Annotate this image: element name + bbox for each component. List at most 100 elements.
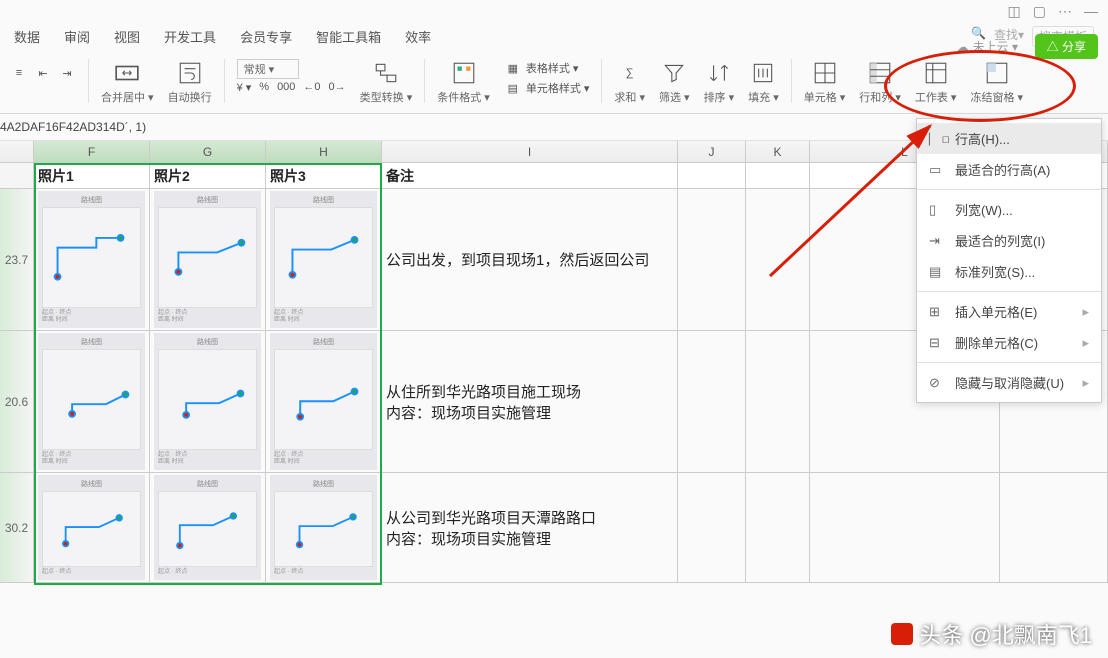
cell-remark[interactable]: 从住所到华光路项目施工现场 内容：现场项目实施管理 — [382, 331, 678, 472]
cell-photo[interactable]: 路线图起点 · 终点 — [266, 473, 382, 582]
table-style-icon[interactable]: ▦ — [504, 59, 522, 77]
wrap-icon — [177, 60, 203, 86]
menu-review[interactable]: 审阅 — [64, 27, 90, 46]
menu-data[interactable]: 数据 — [14, 27, 40, 46]
fill-icon — [750, 60, 776, 86]
header-remarks[interactable]: 备注 — [382, 163, 678, 188]
cell-photo[interactable]: 路线图起点 · 终点距离 时间 — [150, 331, 266, 472]
cloud-icon: ☁ — [957, 40, 969, 54]
freeze-icon — [984, 60, 1010, 86]
thousands-button[interactable]: 000 — [277, 81, 295, 94]
ribbon-merge[interactable]: 合并居中 ▾ — [97, 59, 158, 105]
cell-remark[interactable]: 从公司到华光路项目天潭路路口 内容：现场项目实施管理 — [382, 473, 678, 582]
window-titlebar: ◫ ▢ ⋯ — — [0, 0, 1108, 22]
row-stub[interactable]: 20.6 — [0, 331, 34, 472]
menu-efficiency[interactable]: 效率 — [405, 27, 431, 46]
cell-photo[interactable]: 路线图起点 · 终点距离 时间 — [266, 331, 382, 472]
delete-cell-icon: ⊟ — [929, 335, 945, 351]
indent-inc-icon[interactable]: ⇥ — [58, 64, 76, 82]
align-top-icon[interactable]: ≡ — [10, 64, 28, 82]
std-width-icon: ▤ — [929, 264, 945, 280]
cell-photo[interactable]: 路线图起点 · 终点 — [150, 473, 266, 582]
row-stub[interactable]: 30.2 — [0, 473, 34, 582]
menu-view[interactable]: 视图 — [114, 27, 140, 46]
col-header-H[interactable]: H — [266, 141, 382, 162]
header-photo1[interactable]: 照片1 — [34, 163, 150, 188]
cell-style-button[interactable]: 单元格样式 ▾ — [526, 80, 590, 96]
ribbon-rowcol[interactable]: 行和列 ▾ — [855, 59, 905, 105]
filter-icon — [661, 60, 687, 86]
menu-insert-cell[interactable]: ⊞插入单元格(E)▸ — [917, 296, 1101, 327]
select-all-corner[interactable] — [0, 141, 34, 162]
header-photo3[interactable]: 照片3 — [266, 163, 382, 188]
menu-fit-row-height[interactable]: ▭最适合的行高(A) — [917, 154, 1101, 185]
ribbon-sort[interactable]: 排序 ▾ — [700, 59, 739, 105]
dec-dec-button[interactable]: 0→ — [329, 81, 346, 94]
watermark-icon — [891, 623, 913, 645]
menu-delete-cell[interactable]: ⊟删除单元格(C)▸ — [917, 327, 1101, 358]
currency-button[interactable]: ¥ ▾ — [237, 81, 252, 94]
insert-cell-icon: ⊞ — [929, 304, 945, 320]
fit-col-icon: ⇥ — [929, 233, 945, 249]
menu-col-width[interactable]: ▯列宽(W)... — [917, 194, 1101, 225]
menu-devtools[interactable]: 开发工具 — [164, 27, 216, 46]
type-convert-icon — [373, 60, 399, 86]
cell-photo[interactable]: 路线图起点 · 终点距离 时间 — [34, 331, 150, 472]
window-min-icon[interactable]: — — [1084, 3, 1098, 19]
ribbon-cell[interactable]: 单元格 ▾ — [800, 59, 850, 105]
cloud-sync-status[interactable]: ☁ 未上云 ▾ — [957, 38, 1018, 55]
menu-smarttools[interactable]: 智能工具箱 — [316, 27, 381, 46]
rowcol-dropdown-menu: ⎸◻行高(H)... ▭最适合的行高(A) ▯列宽(W)... ⇥最适合的列宽(… — [916, 118, 1102, 403]
menu-hide-unhide[interactable]: ⊘隐藏与取消隐藏(U)▸ — [917, 367, 1101, 398]
cell-style-icon[interactable]: ▤ — [504, 79, 522, 97]
row-stub[interactable] — [0, 163, 34, 188]
ribbon-fill[interactable]: 填充 ▾ — [744, 59, 783, 105]
menu-vip[interactable]: 会员专享 — [240, 27, 292, 46]
col-header-J[interactable]: J — [678, 141, 746, 162]
indent-dec-icon[interactable]: ⇤ — [34, 64, 52, 82]
menubar: 数据 审阅 视图 开发工具 会员专享 智能工具箱 效率 🔍 查找▾ 搜索模板 — [0, 22, 1108, 55]
cell-photo[interactable]: 路线图起点 · 终点距离 时间 — [266, 189, 382, 330]
sigma-icon: ∑ — [617, 60, 643, 86]
fit-row-icon: ▭ — [929, 162, 945, 178]
ribbon-styles: ▦表格样式 ▾ ▤单元格样式 ▾ — [500, 59, 594, 97]
menu-row-height[interactable]: ⎸◻行高(H)... — [917, 123, 1101, 154]
col-header-I[interactable]: I — [382, 141, 678, 162]
ribbon-cond-format[interactable]: 条件格式 ▾ — [433, 59, 494, 105]
ribbon-type-convert[interactable]: 类型转换 ▾ — [356, 59, 417, 105]
ribbon-wrap[interactable]: 自动换行 — [164, 59, 216, 105]
sort-icon — [706, 60, 732, 86]
ribbon-filter[interactable]: 筛选 ▾ — [655, 59, 694, 105]
header-photo2[interactable]: 照片2 — [150, 163, 266, 188]
window-help-icon[interactable]: ⋯ — [1058, 3, 1072, 20]
row-stub[interactable]: 23.7 — [0, 189, 34, 330]
col-header-G[interactable]: G — [150, 141, 266, 162]
ribbon: ≡ ⇤ ⇥ 合并居中 ▾ 自动换行 常规 ▾ ¥ ▾ % 000 ←0 0→ 类… — [0, 55, 1108, 114]
ribbon-sheet[interactable]: 工作表 ▾ — [911, 59, 961, 105]
dec-inc-button[interactable]: ←0 — [303, 81, 320, 94]
col-header-K[interactable]: K — [746, 141, 810, 162]
ribbon-number-format: 常规 ▾ ¥ ▾ % 000 ←0 0→ — [233, 59, 350, 87]
table-style-button[interactable]: 表格样式 ▾ — [526, 60, 579, 76]
col-width-icon: ▯ — [929, 202, 945, 218]
sheet-icon — [923, 60, 949, 86]
ribbon-freeze[interactable]: 冻结窗格 ▾ — [966, 59, 1027, 105]
table-row: 30.2 路线图起点 · 终点 路线图起点 · 终点 路线图起点 · 终点 从公… — [0, 473, 1108, 583]
ribbon-sum[interactable]: ∑ 求和 ▾ — [610, 59, 649, 105]
row-height-icon: ⎸◻ — [929, 131, 945, 147]
hide-icon: ⊘ — [929, 375, 945, 391]
menu-std-col-width[interactable]: ▤标准列宽(S)... — [917, 256, 1101, 287]
ribbon-indent: ≡ ⇤ ⇥ — [6, 59, 80, 101]
number-format-select[interactable]: 常规 ▾ — [237, 59, 300, 79]
cell-photo[interactable]: 路线图起点 · 终点距离 时间 — [34, 189, 150, 330]
col-header-F[interactable]: F — [34, 141, 150, 162]
cell-photo[interactable]: 路线图起点 · 终点距离 时间 — [150, 189, 266, 330]
menu-fit-col-width[interactable]: ⇥最适合的列宽(I) — [917, 225, 1101, 256]
cell-photo[interactable]: 路线图起点 · 终点 — [34, 473, 150, 582]
cond-format-icon — [451, 60, 477, 86]
cell-remark[interactable]: 公司出发，到项目现场1，然后返回公司 — [382, 189, 678, 330]
percent-button[interactable]: % — [259, 81, 269, 94]
watermark: 头条 @北飘南飞1 — [891, 618, 1092, 650]
window-layout-icon[interactable]: ◫ — [1008, 3, 1021, 20]
window-restore-icon[interactable]: ▢ — [1033, 3, 1046, 20]
